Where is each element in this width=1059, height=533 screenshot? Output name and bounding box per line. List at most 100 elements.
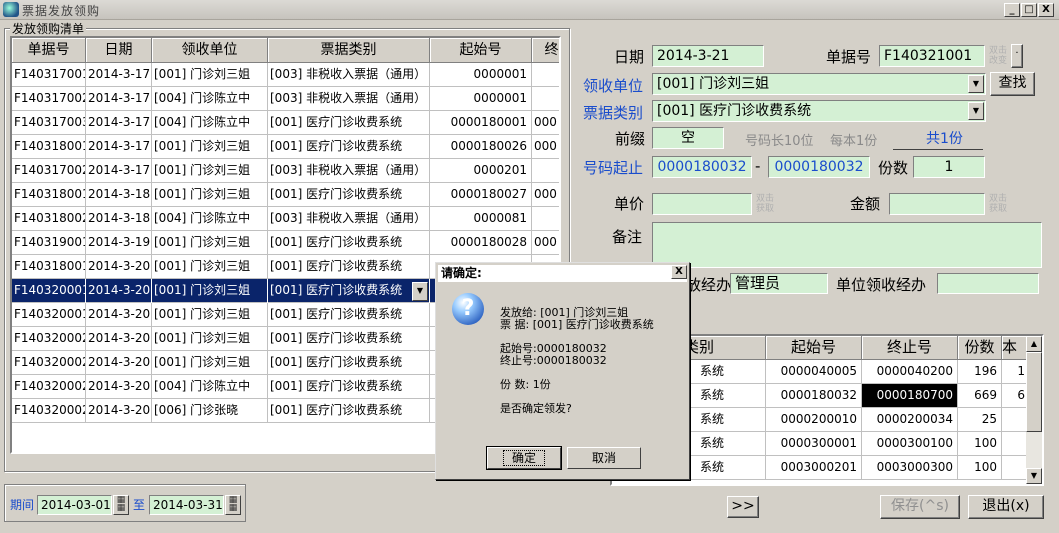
- cell-type: [001] 医疗门诊收费系统: [268, 399, 430, 423]
- save-button[interactable]: 保存(^s): [880, 495, 960, 519]
- doc-no-pick-button[interactable]: .: [1011, 44, 1023, 68]
- dialog-close-icon[interactable]: X: [671, 265, 687, 279]
- amount-field[interactable]: [889, 193, 985, 215]
- cell-doc-no: F140319001: [12, 231, 86, 255]
- stock-grid-scrollbar[interactable]: ▲ ▼: [1026, 336, 1042, 484]
- cell-start: 0000180028: [430, 231, 532, 255]
- cell-date: 2014-3-20: [86, 255, 152, 279]
- doc-no-label: 单据号: [826, 48, 872, 66]
- doc-no-hint: 双击改变: [988, 46, 1007, 66]
- exit-button[interactable]: 退出(x): [968, 495, 1044, 519]
- table-row[interactable]: F140318002 2014-3-18 [004] 门诊陈立中 [003] 非税收入…: [12, 207, 559, 231]
- count-label: 份数: [878, 159, 909, 177]
- dialog-line-end: 终止号:0000180032: [500, 354, 607, 367]
- prefix-field[interactable]: 空: [652, 127, 724, 149]
- chevron-down-icon[interactable]: ▼: [968, 102, 984, 120]
- maximize-button[interactable]: □: [1021, 3, 1037, 17]
- col-header-end[interactable]: 终: [532, 38, 559, 63]
- table-row[interactable]: F140319001 2014-3-19 [001] 门诊刘三姐 [001] 医疗门诊…: [12, 231, 559, 255]
- table-row[interactable]: F140317002 2014-3-17 [001] 门诊刘三姐 [003] 非税收入…: [12, 159, 559, 183]
- cell-date: 2014-3-17: [86, 111, 152, 135]
- range-to-field[interactable]: 0000180032: [768, 156, 870, 178]
- scroll-thumb[interactable]: [1026, 352, 1042, 432]
- dialog-cancel-button[interactable]: 取消: [567, 447, 641, 469]
- dialog-line-count: 份 数: 1份: [500, 378, 551, 391]
- table-row[interactable]: F140318001 2014-3-17 [001] 门诊刘三姐 [001] 医疗门诊…: [12, 135, 559, 159]
- scroll-down-icon[interactable]: ▼: [1026, 468, 1042, 484]
- cell-unit: [004] 门诊陈立中: [152, 111, 268, 135]
- calendar-icon[interactable]: ▦ ▦: [225, 495, 241, 515]
- unit-select[interactable]: [001] 门诊刘三姐: [652, 73, 986, 95]
- table-row[interactable]: F140317002 2014-3-17 [004] 门诊陈立中 [003] 非税收入…: [12, 87, 559, 111]
- app-icon: [3, 2, 19, 17]
- cell-date: 2014-3-17: [86, 135, 152, 159]
- dialog-line-ticket: 票 据: [001] 医疗门诊收费系统: [500, 318, 654, 331]
- remark-textarea[interactable]: [652, 222, 1042, 268]
- cell-doc-no: F140317001: [12, 63, 86, 87]
- cell-doc-no: F140320002: [12, 375, 86, 399]
- cell-date: 2014-3-18: [86, 207, 152, 231]
- cell-doc-no: F140320001: [12, 303, 86, 327]
- calendar-icon[interactable]: ▦ ▦: [113, 495, 129, 515]
- dialog-question: 是否确定领发?: [500, 402, 572, 415]
- recv-handler-field[interactable]: [937, 273, 1039, 294]
- rcell-end: 0000300100: [862, 432, 958, 455]
- chevron-down-icon[interactable]: ▼: [412, 282, 428, 301]
- col-header-date[interactable]: 日期: [86, 38, 152, 63]
- cell-unit: [004] 门诊陈立中: [152, 207, 268, 231]
- next-button[interactable]: >>: [727, 496, 759, 518]
- col-header-type[interactable]: 票据类别: [268, 38, 430, 63]
- period-to-input[interactable]: 2014-03-31: [149, 495, 224, 515]
- table-row[interactable]: F140317001 2014-3-17 [001] 门诊刘三姐 [003] 非税收入…: [12, 63, 559, 87]
- cell-type: [001] 医疗门诊收费系统: [268, 183, 430, 207]
- col-header-start[interactable]: 起始号: [430, 38, 532, 63]
- type-select[interactable]: [001] 医疗门诊收费系统: [652, 100, 986, 122]
- total-underline: [893, 149, 983, 150]
- cell-doc-no: F140318001: [12, 135, 86, 159]
- cell-end: 000: [532, 231, 559, 255]
- handler-field[interactable]: 管理员: [730, 273, 828, 294]
- chevron-down-icon[interactable]: ▼: [968, 75, 984, 93]
- cell-doc-no: F140318002: [12, 207, 86, 231]
- doc-no-field[interactable]: F140321001: [879, 45, 985, 67]
- cell-doc-no: F140318001: [12, 255, 86, 279]
- cell-unit: [001] 门诊刘三姐: [152, 231, 268, 255]
- cell-type: [003] 非税收入票据（通用）: [268, 63, 430, 87]
- cell-doc-no: F140317002: [12, 87, 86, 111]
- count-field[interactable]: 1: [913, 156, 985, 178]
- price-hint: 双击获取: [755, 194, 774, 214]
- scroll-up-icon[interactable]: ▲: [1026, 336, 1042, 352]
- cell-type: [001] 医疗门诊收费系统: [268, 135, 430, 159]
- cell-end: [532, 159, 559, 183]
- rcol-header-start[interactable]: 起始号: [766, 336, 862, 360]
- minimize-button[interactable]: _: [1004, 3, 1020, 17]
- cell-doc-no: F140317002: [12, 159, 86, 183]
- cell-unit: [004] 门诊陈立中: [152, 87, 268, 111]
- cell-start: 0000180026: [430, 135, 532, 159]
- dialog-ok-button[interactable]: 确定: [486, 446, 562, 470]
- table-row[interactable]: F140318001 2014-3-18 [001] 门诊刘三姐 [001] 医疗门诊…: [12, 183, 559, 207]
- cell-start: 0000180001: [430, 111, 532, 135]
- close-button[interactable]: X: [1038, 3, 1054, 17]
- table-row[interactable]: F140317003 2014-3-17 [004] 门诊陈立中 [001] 医疗门诊…: [12, 111, 559, 135]
- period-from-input[interactable]: 2014-03-01: [37, 495, 112, 515]
- date-field[interactable]: 2014-3-21: [652, 45, 764, 67]
- rcell-start: 0003000201: [766, 456, 862, 479]
- period-label: 期间: [10, 498, 35, 512]
- range-from-field[interactable]: 0000180032: [652, 156, 752, 178]
- rcol-header-end[interactable]: 终止号: [862, 336, 958, 360]
- cell-type: [003] 非税收入票据（通用）: [268, 87, 430, 111]
- col-header-unit[interactable]: 领收单位: [152, 38, 268, 63]
- cell-doc-no: F140317003: [12, 111, 86, 135]
- col-header-doc-no[interactable]: 单据号: [12, 38, 86, 63]
- cell-unit: [001] 门诊刘三姐: [152, 159, 268, 183]
- window-title: 票据发放领购: [22, 4, 101, 18]
- rcell-start: 0000200010: [766, 408, 862, 431]
- rcol-header-count[interactable]: 份数: [958, 336, 1002, 360]
- find-button[interactable]: 查找: [990, 72, 1035, 96]
- cell-date: 2014-3-20: [86, 279, 152, 303]
- cell-unit: [001] 门诊刘三姐: [152, 63, 268, 87]
- cell-start: 0000081: [430, 207, 532, 231]
- confirm-dialog: 请确定: X ? 发放给: [001] 门诊刘三姐 票 据: [001] 医疗门…: [435, 262, 690, 480]
- price-field[interactable]: [652, 193, 752, 215]
